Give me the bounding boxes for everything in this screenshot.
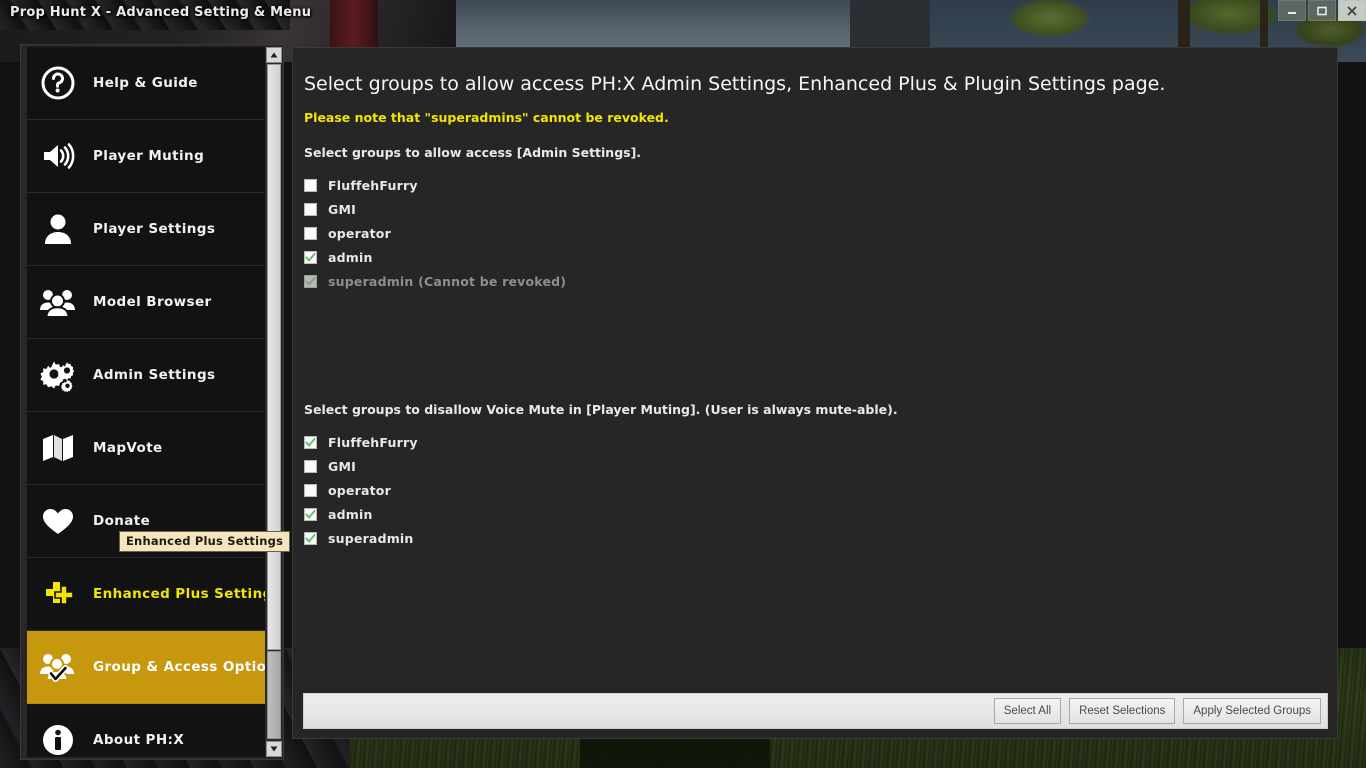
- plus-shield-icon: [35, 571, 81, 617]
- title-bar: Prop Hunt X - Advanced Setting & Menu: [0, 0, 311, 24]
- sidebar-item-label: MapVote: [93, 440, 163, 456]
- checkbox-checked-disabled-icon: [304, 274, 317, 288]
- checkbox-checked-icon[interactable]: [304, 531, 317, 545]
- info-circle-icon: [35, 717, 81, 757]
- checkbox-unchecked-icon[interactable]: [304, 459, 317, 473]
- people-check-icon: [35, 644, 81, 690]
- heart-icon: [35, 498, 81, 544]
- sidebar-item-label: Group & Access Option: [93, 659, 265, 675]
- sidebar-scrollbar[interactable]: [266, 47, 282, 757]
- checkbox-label: FluffehFurry: [328, 434, 418, 450]
- scroll-up-arrow-icon[interactable]: [266, 47, 282, 63]
- sidebar-item-label: Help & Guide: [93, 75, 198, 91]
- scroll-down-arrow-icon[interactable]: [266, 741, 282, 757]
- sidebar-item-help-guide[interactable]: Help & Guide: [27, 47, 265, 120]
- checkbox-row[interactable]: admin: [304, 502, 418, 526]
- admin-group-list: FluffehFurry GMI operator admin superadm…: [304, 173, 566, 293]
- sidebar-item-about-phx[interactable]: About PH:X: [27, 704, 265, 757]
- gears-icon: [35, 352, 81, 398]
- map-icon: [35, 425, 81, 471]
- checkbox-unchecked-icon[interactable]: [304, 202, 317, 216]
- checkbox-row[interactable]: admin: [304, 245, 566, 269]
- sidebar-item-label: About PH:X: [93, 732, 185, 748]
- voice-group-list: FluffehFurry GMI operator admin superadm…: [304, 430, 418, 550]
- checkbox-row[interactable]: GMI: [304, 454, 418, 478]
- checkbox-label: GMI: [328, 458, 356, 474]
- tooltip: Enhanced Plus Settings: [119, 531, 291, 552]
- checkbox-label: superadmin: [328, 530, 414, 546]
- sidebar-item-player-muting[interactable]: Player Muting: [27, 120, 265, 193]
- maximize-button[interactable]: [1308, 0, 1336, 21]
- close-button[interactable]: [1338, 0, 1366, 21]
- checkbox-checked-icon[interactable]: [304, 250, 317, 264]
- sidebar-item-label: Player Muting: [93, 148, 205, 164]
- action-bar: Select All Reset Selections Apply Select…: [303, 693, 1328, 729]
- checkbox-checked-icon[interactable]: [304, 507, 317, 521]
- checkbox-checked-icon[interactable]: [304, 435, 317, 449]
- sidebar-item-label: Model Browser: [93, 294, 212, 310]
- speaker-icon: [35, 133, 81, 179]
- checkbox-label: GMI: [328, 201, 356, 217]
- checkbox-row[interactable]: FluffehFurry: [304, 173, 566, 197]
- window-controls: [1276, 0, 1366, 22]
- checkbox-label: superadmin (Cannot be revoked): [328, 273, 567, 289]
- checkbox-row[interactable]: GMI: [304, 197, 566, 221]
- scrollbar-thumb[interactable]: [267, 64, 281, 650]
- sidebar-item-label: Player Settings: [93, 221, 216, 237]
- question-circle-icon: [35, 60, 81, 106]
- sidebar-item-label: Donate: [93, 513, 151, 529]
- checkbox-unchecked-icon[interactable]: [304, 226, 317, 240]
- checkbox-row[interactable]: FluffehFurry: [304, 430, 418, 454]
- checkbox-label: admin: [328, 249, 373, 265]
- checkbox-row[interactable]: superadmin: [304, 526, 418, 550]
- select-all-button[interactable]: Select All: [993, 698, 1062, 724]
- checkbox-row[interactable]: operator: [304, 478, 418, 502]
- sidebar-item-label: Enhanced Plus Settings: [93, 586, 265, 602]
- people-group-icon: [35, 279, 81, 325]
- sidebar-item-enhanced-plus-settings[interactable]: Enhanced Plus Settings: [27, 558, 265, 631]
- sidebar-item-admin-settings[interactable]: Admin Settings: [27, 339, 265, 412]
- application-window: Prop Hunt X - Advanced Setting & Menu He…: [0, 0, 1366, 768]
- page-title: Select groups to allow access PH:X Admin…: [304, 73, 1166, 95]
- checkbox-unchecked-icon[interactable]: [304, 483, 317, 497]
- sidebar-nav: Help & Guide Player Muting Player Settin…: [27, 47, 265, 757]
- checkbox-unchecked-icon[interactable]: [304, 178, 317, 192]
- scrollbar-track-lower[interactable]: [267, 651, 281, 739]
- sidebar-item-label: Admin Settings: [93, 367, 216, 383]
- voice-section-label: Select groups to disallow Voice Mute in …: [304, 402, 898, 417]
- sidebar-item-player-settings[interactable]: Player Settings: [27, 193, 265, 266]
- checkbox-label: FluffehFurry: [328, 177, 418, 193]
- minimize-button[interactable]: [1278, 0, 1306, 21]
- sidebar-item-mapvote[interactable]: MapVote: [27, 412, 265, 485]
- sidebar-item-group-access-option[interactable]: Group & Access Option: [27, 631, 265, 704]
- checkbox-label: admin: [328, 506, 373, 522]
- apply-selected-groups-button[interactable]: Apply Selected Groups: [1183, 698, 1321, 724]
- main-content: Select groups to allow access PH:X Admin…: [293, 48, 1337, 738]
- checkbox-row-disabled: superadmin (Cannot be revoked): [304, 269, 566, 293]
- sidebar-item-model-browser[interactable]: Model Browser: [27, 266, 265, 339]
- window-title: Prop Hunt X - Advanced Setting & Menu: [10, 4, 312, 20]
- person-icon: [35, 206, 81, 252]
- page-note: Please note that "superadmins" cannot be…: [304, 110, 669, 125]
- checkbox-row[interactable]: operator: [304, 221, 566, 245]
- admin-section-label: Select groups to allow access [Admin Set…: [304, 145, 642, 160]
- main-panel: Select groups to allow access PH:X Admin…: [292, 47, 1338, 739]
- reset-selections-button[interactable]: Reset Selections: [1069, 698, 1176, 724]
- checkbox-label: operator: [328, 225, 391, 241]
- checkbox-label: operator: [328, 482, 391, 498]
